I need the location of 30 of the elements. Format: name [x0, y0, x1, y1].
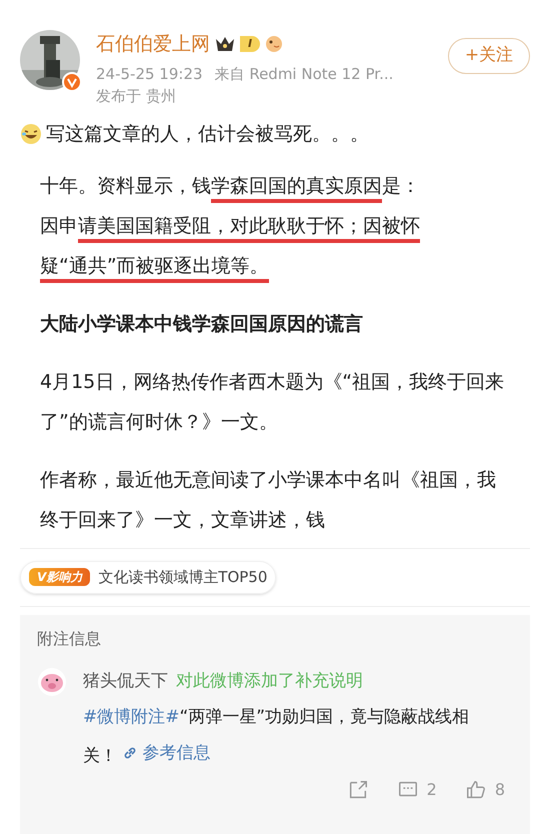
- pig-avatar-icon: [37, 666, 67, 696]
- section-heading: 大陆小学课本中钱学森回国原因的谎言: [40, 312, 364, 337]
- note-author[interactable]: 猪头侃天下: [83, 662, 168, 698]
- thumbs-up-icon[interactable]: [464, 778, 487, 800]
- laughing-emoji-icon: [20, 122, 42, 145]
- influence-badge[interactable]: V影响力 文化读书领域博主TOP50: [20, 561, 276, 594]
- note-text: #微博附注#“两弹一星”功勋归国，竟与隐蔽战线相关！ 参考信息: [83, 698, 493, 774]
- post-text: 写这篇文章的人，估计会被骂死。。。: [46, 122, 369, 146]
- note-action: 对此微博添加了补充说明: [176, 670, 363, 692]
- follow-button[interactable]: +关注: [448, 38, 530, 74]
- crown-icon: [214, 35, 236, 54]
- paragraph: 4月15日，网络热传作者西木题为《“祖国，我终于回来了”的谎言何时休？》一文。: [40, 370, 506, 435]
- pet-icon: [264, 34, 284, 54]
- reference-link[interactable]: 参考信息: [122, 734, 210, 770]
- influence-logo: V影响力: [29, 568, 90, 586]
- post-source: 来自 Redmi Note 12 Pr...: [214, 64, 394, 84]
- author-name[interactable]: 石伯伯爱上网: [96, 30, 210, 58]
- level-badge: I: [240, 36, 260, 52]
- quote-line: 疑“通共”而被驱逐出境等。: [40, 246, 510, 286]
- note-title: 附注信息: [37, 628, 102, 650]
- hashtag-link[interactable]: #微博附注#: [83, 706, 180, 726]
- quote-line: 因申请美国国籍受阻，对此耿耿于怀；因被怀: [40, 206, 510, 246]
- action-count: 2: [426, 778, 437, 800]
- paragraph: 作者称，最近他无意间读了小学课本中名叫《祖国，我终于回来了》一文，文章讲述，钱: [40, 468, 497, 533]
- post-location: 发布于 贵州: [96, 86, 177, 107]
- quote-line: 十年。资料显示，钱学森回国的真实原因是：: [40, 166, 510, 206]
- link-icon: [122, 744, 138, 760]
- influence-label: 文化读书领域博主TOP50: [98, 567, 268, 588]
- post-time: 24-5-25 19:23: [96, 64, 203, 84]
- action-count: 8: [494, 778, 505, 800]
